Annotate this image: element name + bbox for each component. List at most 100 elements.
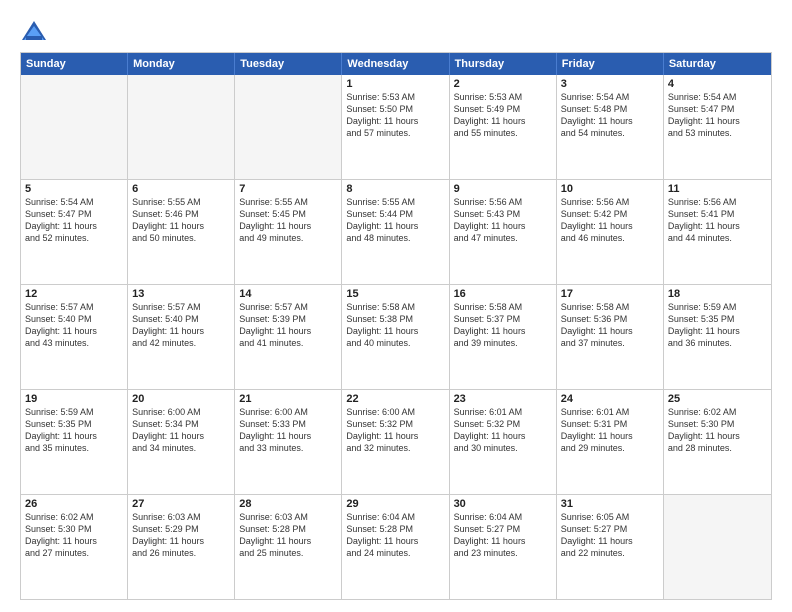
day-number: 6 bbox=[132, 183, 230, 195]
day-info: Sunrise: 5:55 AM Sunset: 5:45 PM Dayligh… bbox=[239, 196, 337, 245]
day-info: Sunrise: 5:58 AM Sunset: 5:36 PM Dayligh… bbox=[561, 301, 659, 350]
day-number: 14 bbox=[239, 288, 337, 300]
day-number: 7 bbox=[239, 183, 337, 195]
day-cell: 20Sunrise: 6:00 AM Sunset: 5:34 PM Dayli… bbox=[128, 390, 235, 494]
day-info: Sunrise: 6:04 AM Sunset: 5:27 PM Dayligh… bbox=[454, 511, 552, 560]
day-cell: 31Sunrise: 6:05 AM Sunset: 5:27 PM Dayli… bbox=[557, 495, 664, 599]
day-info: Sunrise: 5:58 AM Sunset: 5:38 PM Dayligh… bbox=[346, 301, 444, 350]
day-number: 4 bbox=[668, 78, 767, 90]
day-cell: 16Sunrise: 5:58 AM Sunset: 5:37 PM Dayli… bbox=[450, 285, 557, 389]
week-row-2: 5Sunrise: 5:54 AM Sunset: 5:47 PM Daylig… bbox=[21, 179, 771, 284]
day-info: Sunrise: 6:00 AM Sunset: 5:33 PM Dayligh… bbox=[239, 406, 337, 455]
day-headers: SundayMondayTuesdayWednesdayThursdayFrid… bbox=[21, 53, 771, 75]
day-info: Sunrise: 5:53 AM Sunset: 5:49 PM Dayligh… bbox=[454, 91, 552, 140]
day-number: 31 bbox=[561, 498, 659, 510]
day-number: 27 bbox=[132, 498, 230, 510]
day-cell: 8Sunrise: 5:55 AM Sunset: 5:44 PM Daylig… bbox=[342, 180, 449, 284]
day-number: 20 bbox=[132, 393, 230, 405]
day-cell bbox=[21, 75, 128, 179]
day-info: Sunrise: 5:54 AM Sunset: 5:48 PM Dayligh… bbox=[561, 91, 659, 140]
day-number: 25 bbox=[668, 393, 767, 405]
day-number: 22 bbox=[346, 393, 444, 405]
day-header-sunday: Sunday bbox=[21, 53, 128, 75]
day-number: 19 bbox=[25, 393, 123, 405]
day-info: Sunrise: 6:01 AM Sunset: 5:31 PM Dayligh… bbox=[561, 406, 659, 455]
day-cell: 10Sunrise: 5:56 AM Sunset: 5:42 PM Dayli… bbox=[557, 180, 664, 284]
day-header-monday: Monday bbox=[128, 53, 235, 75]
day-number: 29 bbox=[346, 498, 444, 510]
day-cell: 4Sunrise: 5:54 AM Sunset: 5:47 PM Daylig… bbox=[664, 75, 771, 179]
day-info: Sunrise: 5:56 AM Sunset: 5:43 PM Dayligh… bbox=[454, 196, 552, 245]
day-number: 23 bbox=[454, 393, 552, 405]
day-number: 17 bbox=[561, 288, 659, 300]
day-number: 3 bbox=[561, 78, 659, 90]
day-cell: 15Sunrise: 5:58 AM Sunset: 5:38 PM Dayli… bbox=[342, 285, 449, 389]
day-number: 30 bbox=[454, 498, 552, 510]
day-cell: 1Sunrise: 5:53 AM Sunset: 5:50 PM Daylig… bbox=[342, 75, 449, 179]
week-row-3: 12Sunrise: 5:57 AM Sunset: 5:40 PM Dayli… bbox=[21, 284, 771, 389]
day-number: 9 bbox=[454, 183, 552, 195]
day-cell: 9Sunrise: 5:56 AM Sunset: 5:43 PM Daylig… bbox=[450, 180, 557, 284]
day-info: Sunrise: 5:57 AM Sunset: 5:40 PM Dayligh… bbox=[25, 301, 123, 350]
day-info: Sunrise: 6:02 AM Sunset: 5:30 PM Dayligh… bbox=[668, 406, 767, 455]
day-info: Sunrise: 5:57 AM Sunset: 5:40 PM Dayligh… bbox=[132, 301, 230, 350]
day-number: 11 bbox=[668, 183, 767, 195]
day-cell: 19Sunrise: 5:59 AM Sunset: 5:35 PM Dayli… bbox=[21, 390, 128, 494]
day-cell bbox=[664, 495, 771, 599]
day-number: 1 bbox=[346, 78, 444, 90]
day-number: 8 bbox=[346, 183, 444, 195]
day-cell: 12Sunrise: 5:57 AM Sunset: 5:40 PM Dayli… bbox=[21, 285, 128, 389]
day-cell: 25Sunrise: 6:02 AM Sunset: 5:30 PM Dayli… bbox=[664, 390, 771, 494]
week-row-1: 1Sunrise: 5:53 AM Sunset: 5:50 PM Daylig… bbox=[21, 75, 771, 179]
day-header-tuesday: Tuesday bbox=[235, 53, 342, 75]
day-number: 5 bbox=[25, 183, 123, 195]
day-cell: 28Sunrise: 6:03 AM Sunset: 5:28 PM Dayli… bbox=[235, 495, 342, 599]
day-number: 16 bbox=[454, 288, 552, 300]
day-cell: 2Sunrise: 5:53 AM Sunset: 5:49 PM Daylig… bbox=[450, 75, 557, 179]
logo-icon bbox=[20, 18, 48, 46]
day-header-wednesday: Wednesday bbox=[342, 53, 449, 75]
page: SundayMondayTuesdayWednesdayThursdayFrid… bbox=[0, 0, 792, 612]
day-info: Sunrise: 5:53 AM Sunset: 5:50 PM Dayligh… bbox=[346, 91, 444, 140]
day-number: 13 bbox=[132, 288, 230, 300]
day-header-thursday: Thursday bbox=[450, 53, 557, 75]
day-cell: 17Sunrise: 5:58 AM Sunset: 5:36 PM Dayli… bbox=[557, 285, 664, 389]
day-info: Sunrise: 5:59 AM Sunset: 5:35 PM Dayligh… bbox=[25, 406, 123, 455]
day-cell bbox=[128, 75, 235, 179]
day-info: Sunrise: 6:00 AM Sunset: 5:32 PM Dayligh… bbox=[346, 406, 444, 455]
day-number: 21 bbox=[239, 393, 337, 405]
day-cell: 27Sunrise: 6:03 AM Sunset: 5:29 PM Dayli… bbox=[128, 495, 235, 599]
week-row-5: 26Sunrise: 6:02 AM Sunset: 5:30 PM Dayli… bbox=[21, 494, 771, 599]
day-number: 10 bbox=[561, 183, 659, 195]
day-number: 26 bbox=[25, 498, 123, 510]
day-cell: 5Sunrise: 5:54 AM Sunset: 5:47 PM Daylig… bbox=[21, 180, 128, 284]
day-cell: 21Sunrise: 6:00 AM Sunset: 5:33 PM Dayli… bbox=[235, 390, 342, 494]
day-header-saturday: Saturday bbox=[664, 53, 771, 75]
day-header-friday: Friday bbox=[557, 53, 664, 75]
day-cell: 14Sunrise: 5:57 AM Sunset: 5:39 PM Dayli… bbox=[235, 285, 342, 389]
day-cell bbox=[235, 75, 342, 179]
day-number: 12 bbox=[25, 288, 123, 300]
header bbox=[20, 18, 772, 46]
day-cell: 22Sunrise: 6:00 AM Sunset: 5:32 PM Dayli… bbox=[342, 390, 449, 494]
day-info: Sunrise: 5:59 AM Sunset: 5:35 PM Dayligh… bbox=[668, 301, 767, 350]
week-row-4: 19Sunrise: 5:59 AM Sunset: 5:35 PM Dayli… bbox=[21, 389, 771, 494]
day-info: Sunrise: 5:58 AM Sunset: 5:37 PM Dayligh… bbox=[454, 301, 552, 350]
day-number: 24 bbox=[561, 393, 659, 405]
day-cell: 7Sunrise: 5:55 AM Sunset: 5:45 PM Daylig… bbox=[235, 180, 342, 284]
day-info: Sunrise: 6:01 AM Sunset: 5:32 PM Dayligh… bbox=[454, 406, 552, 455]
day-info: Sunrise: 5:55 AM Sunset: 5:44 PM Dayligh… bbox=[346, 196, 444, 245]
day-cell: 30Sunrise: 6:04 AM Sunset: 5:27 PM Dayli… bbox=[450, 495, 557, 599]
day-cell: 24Sunrise: 6:01 AM Sunset: 5:31 PM Dayli… bbox=[557, 390, 664, 494]
day-cell: 26Sunrise: 6:02 AM Sunset: 5:30 PM Dayli… bbox=[21, 495, 128, 599]
day-number: 2 bbox=[454, 78, 552, 90]
day-info: Sunrise: 5:56 AM Sunset: 5:41 PM Dayligh… bbox=[668, 196, 767, 245]
day-cell: 11Sunrise: 5:56 AM Sunset: 5:41 PM Dayli… bbox=[664, 180, 771, 284]
day-info: Sunrise: 6:03 AM Sunset: 5:28 PM Dayligh… bbox=[239, 511, 337, 560]
day-info: Sunrise: 5:57 AM Sunset: 5:39 PM Dayligh… bbox=[239, 301, 337, 350]
day-cell: 3Sunrise: 5:54 AM Sunset: 5:48 PM Daylig… bbox=[557, 75, 664, 179]
day-info: Sunrise: 6:00 AM Sunset: 5:34 PM Dayligh… bbox=[132, 406, 230, 455]
calendar: SundayMondayTuesdayWednesdayThursdayFrid… bbox=[20, 52, 772, 600]
day-cell: 13Sunrise: 5:57 AM Sunset: 5:40 PM Dayli… bbox=[128, 285, 235, 389]
day-cell: 29Sunrise: 6:04 AM Sunset: 5:28 PM Dayli… bbox=[342, 495, 449, 599]
